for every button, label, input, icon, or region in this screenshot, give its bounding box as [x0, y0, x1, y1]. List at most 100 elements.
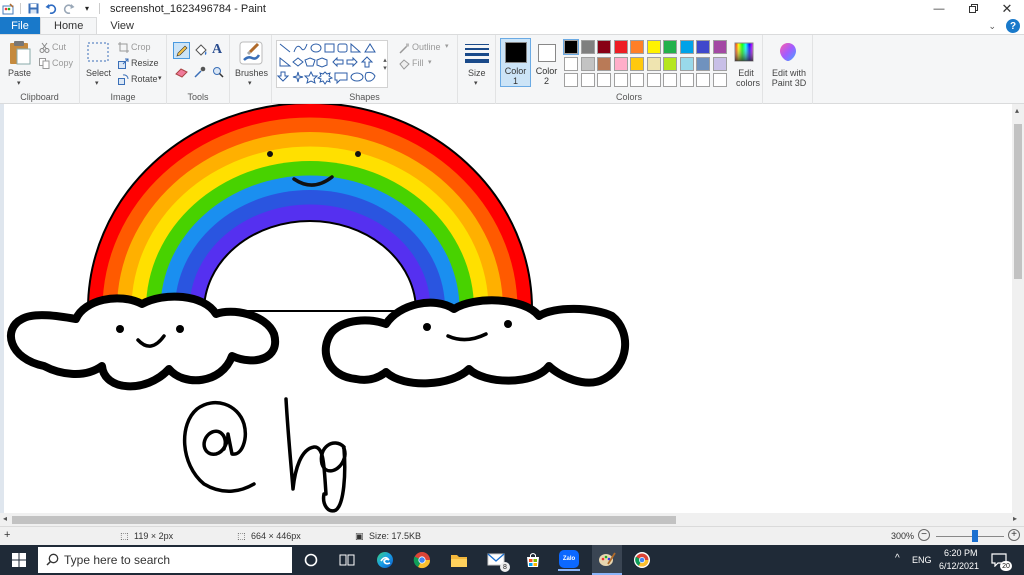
drawing-canvas[interactable] — [4, 104, 1012, 513]
custom-color-slot[interactable] — [597, 73, 611, 87]
tab-home[interactable]: Home — [40, 17, 98, 34]
cortana-icon[interactable] — [300, 549, 322, 571]
magnifier-icon[interactable] — [211, 65, 225, 79]
scroll-left-icon[interactable]: ◂ — [3, 514, 7, 523]
select-dropdown-icon[interactable]: ▾ — [95, 79, 99, 87]
vertical-scroll-thumb[interactable] — [1014, 124, 1022, 279]
language-indicator[interactable]: ENG — [912, 555, 932, 565]
paste-label[interactable]: Paste — [8, 68, 31, 78]
scroll-right-icon[interactable]: ▸ — [1013, 514, 1017, 523]
taskbar-search-box[interactable]: Type here to search — [38, 547, 292, 573]
redo-icon[interactable] — [63, 3, 75, 15]
zalo-icon[interactable]: Zalo — [558, 549, 580, 571]
tab-file[interactable]: File — [0, 17, 40, 34]
size-dropdown-icon[interactable]: ▾ — [474, 79, 478, 87]
zoom-slider-track[interactable] — [936, 536, 1004, 537]
cut-label[interactable]: Cut — [52, 42, 66, 52]
clock-date[interactable]: 6/12/2021 — [939, 561, 979, 571]
custom-color-slot[interactable] — [613, 73, 628, 87]
color-swatch[interactable] — [679, 56, 694, 71]
horizontal-scrollbar[interactable]: ◂ ▸ — [0, 513, 1024, 526]
size-icon[interactable] — [463, 41, 491, 65]
color-swatch[interactable] — [564, 56, 578, 71]
color-swatch[interactable] — [580, 56, 595, 71]
shapes-gallery[interactable] — [276, 40, 388, 88]
color-swatch[interactable] — [613, 40, 628, 54]
color-picker-icon[interactable] — [193, 65, 207, 79]
outline-label[interactable]: Outline — [412, 42, 441, 52]
cut-icon[interactable] — [38, 41, 50, 53]
crop-label[interactable]: Crop — [131, 42, 151, 52]
color-swatch[interactable] — [597, 56, 611, 71]
brushes-dropdown-icon[interactable]: ▾ — [248, 79, 252, 87]
eraser-icon[interactable] — [174, 65, 188, 79]
tab-view[interactable]: View — [97, 17, 147, 34]
restore-button[interactable] — [956, 0, 990, 17]
fill-label[interactable]: Fill — [412, 58, 424, 68]
select-label[interactable]: Select — [86, 68, 111, 78]
color-swatch[interactable] — [696, 56, 710, 71]
outline-icon[interactable] — [398, 42, 410, 54]
color-swatch[interactable] — [696, 40, 710, 54]
color-swatch[interactable] — [563, 39, 579, 55]
zoom-slider-thumb[interactable] — [972, 530, 978, 542]
custom-color-slot[interactable] — [679, 73, 694, 87]
outline-dropdown-icon[interactable]: ▾ — [445, 42, 449, 50]
paste-icon[interactable] — [6, 39, 34, 67]
clock-time[interactable]: 6:20 PM — [944, 548, 978, 558]
collapse-ribbon-icon[interactable]: ⌄ — [988, 21, 996, 32]
pencil-icon[interactable] — [173, 42, 190, 59]
notifications-icon[interactable]: 20 — [988, 549, 1012, 571]
color-swatch[interactable] — [663, 56, 677, 71]
color-swatch[interactable] — [613, 56, 628, 71]
shapes-scroll-icon[interactable]: ▴ ▾ — [381, 40, 389, 88]
fill-bucket-icon[interactable] — [193, 43, 208, 58]
color-swatch[interactable] — [597, 40, 611, 54]
custom-color-slot[interactable] — [663, 73, 677, 87]
minimize-button[interactable]: — — [922, 0, 956, 17]
task-view-icon[interactable] — [336, 549, 358, 571]
customize-quick-access-icon[interactable]: ▾ — [81, 3, 93, 15]
color-swatch[interactable] — [630, 40, 644, 54]
paste-dropdown-icon[interactable]: ▾ — [17, 79, 21, 87]
canvas-workspace[interactable] — [0, 104, 1012, 513]
mail-icon[interactable]: 8 — [486, 549, 510, 572]
paint-taskbar-icon[interactable] — [592, 545, 622, 575]
rotate-icon[interactable] — [117, 73, 129, 85]
color2-button[interactable]: Color 2 — [533, 38, 560, 87]
copy-icon[interactable] — [38, 57, 50, 69]
fill-icon[interactable] — [398, 58, 410, 70]
vertical-scrollbar[interactable]: ▴ — [1012, 104, 1024, 513]
undo-icon[interactable] — [45, 3, 57, 15]
color-swatch[interactable] — [663, 40, 677, 54]
custom-color-slot[interactable] — [580, 73, 595, 87]
custom-color-slot[interactable] — [630, 73, 644, 87]
size-label[interactable]: Size — [468, 68, 486, 78]
edit-colors-label[interactable]: Edit colors — [736, 68, 760, 88]
resize-label[interactable]: Resize — [131, 58, 159, 68]
edge-browser-icon[interactable] — [374, 549, 396, 571]
save-icon[interactable] — [27, 3, 39, 15]
horizontal-scroll-thumb[interactable] — [12, 516, 676, 524]
crop-icon[interactable] — [117, 41, 129, 53]
custom-color-slot[interactable] — [646, 73, 661, 87]
windows-start-icon[interactable] — [8, 549, 30, 571]
brushes-icon[interactable] — [237, 39, 265, 67]
chrome-icon[interactable] — [411, 549, 433, 571]
color-swatch[interactable] — [679, 40, 694, 54]
file-explorer-icon[interactable] — [448, 549, 470, 571]
help-icon[interactable]: ? — [1006, 19, 1020, 33]
custom-color-slot[interactable] — [696, 73, 710, 87]
rotate-dropdown-icon[interactable]: ▾ — [158, 74, 162, 82]
brushes-label[interactable]: Brushes — [235, 68, 268, 78]
color1-button[interactable]: Color 1 — [500, 38, 531, 87]
copy-label[interactable]: Copy — [52, 58, 73, 68]
scroll-up-icon[interactable]: ▴ — [1015, 106, 1019, 115]
fill-dropdown-icon[interactable]: ▾ — [428, 58, 432, 66]
zoom-in-button[interactable]: + — [1008, 529, 1020, 541]
chrome-profile-icon[interactable] — [631, 549, 653, 571]
edit-colors-icon[interactable] — [733, 41, 755, 63]
tray-chevron-icon[interactable]: ^ — [895, 553, 900, 564]
rotate-label[interactable]: Rotate — [131, 74, 158, 84]
store-icon[interactable] — [522, 549, 544, 571]
